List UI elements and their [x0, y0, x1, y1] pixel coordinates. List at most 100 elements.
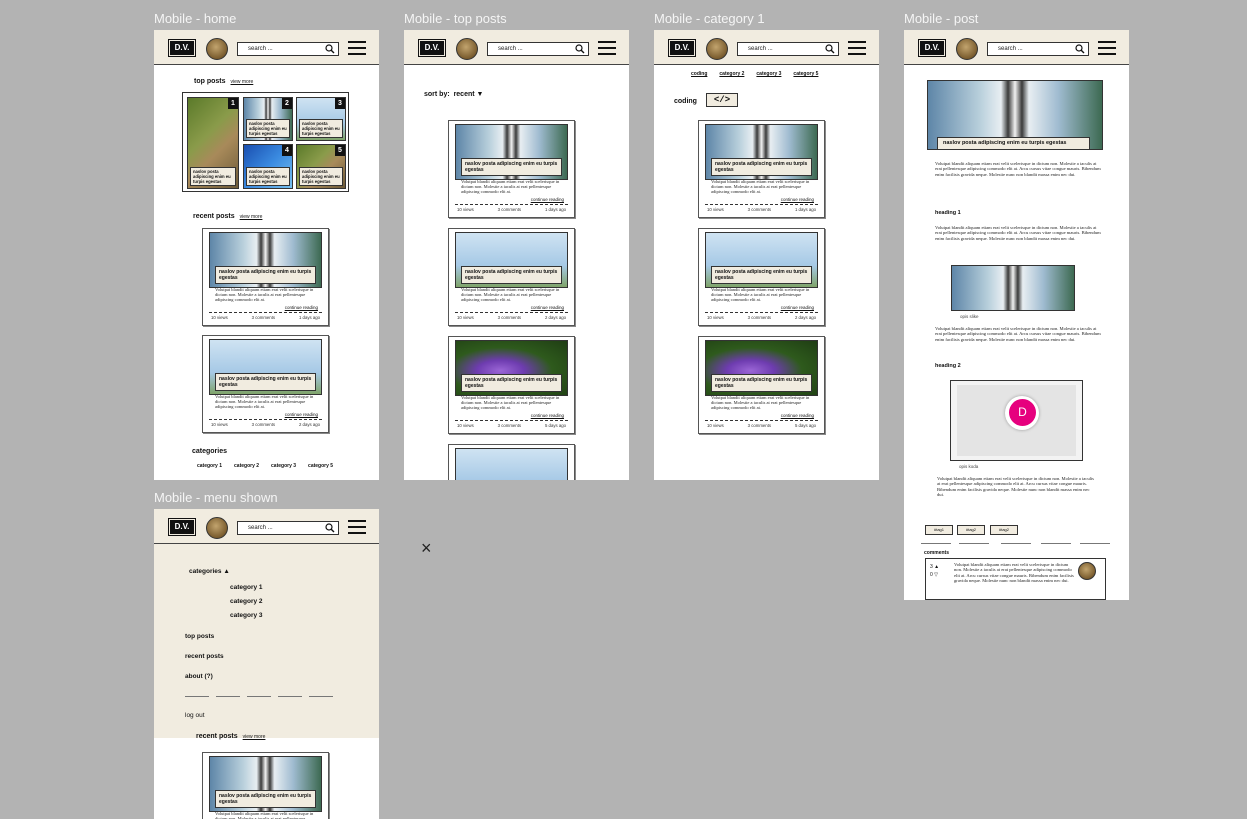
menu-logout[interactable]: log out: [185, 712, 205, 719]
top-posts-grid: 1 naslov posta adipiscing enim eu turpis …: [182, 92, 349, 192]
category-tabs: coding category 2 category 3 category 5: [691, 71, 830, 77]
menu-categories[interactable]: categories ▲: [189, 568, 230, 575]
top-post-5[interactable]: 5 naslov posta adipiscing enim eu turpis …: [296, 144, 346, 189]
category-list: category 1 category 2 category 3 category 5: [197, 463, 345, 469]
frame-top-posts: D.V. search ... sort by: recent ▼ naslov…: [404, 30, 629, 480]
top-post-2[interactable]: 2 naslov posta adipiscing enim eu turpis …: [243, 97, 293, 141]
top-post-1[interactable]: 1 naslov posta adipiscing enim eu turpis …: [187, 97, 239, 189]
view-more-link[interactable]: view more: [231, 79, 254, 85]
hamburger-menu-icon[interactable]: [1098, 41, 1116, 56]
post-card[interactable]: naslov posta adipiscing enim eu turpis e…: [448, 228, 575, 326]
post-card[interactable]: naslov posta adipiscing enim eu turpis e…: [698, 336, 825, 434]
image-caption: opis slike: [960, 314, 979, 319]
search-input[interactable]: search ...: [487, 42, 589, 56]
avatar[interactable]: [206, 517, 228, 539]
avatar[interactable]: [456, 38, 478, 60]
search-input[interactable]: search ...: [987, 42, 1089, 56]
frame-label-top-posts: Mobile - top posts: [404, 11, 507, 26]
continue-reading-link[interactable]: continue reading: [285, 305, 318, 310]
hamburger-menu-icon[interactable]: [348, 520, 366, 535]
commenter-avatar[interactable]: [1078, 562, 1096, 580]
tag-chip[interactable]: #tag1: [925, 525, 953, 535]
category-link[interactable]: category 1: [197, 463, 222, 469]
post-card[interactable]: [448, 444, 575, 480]
article-paragraph: Volutpat blandit aliquam etiam erat veli…: [935, 225, 1101, 241]
search-input[interactable]: search ...: [237, 521, 339, 535]
search-icon[interactable]: [825, 44, 835, 54]
continue-reading-link[interactable]: continue reading: [531, 413, 564, 418]
header: D.V. search ...: [404, 30, 629, 65]
tag-chip[interactable]: #tag2: [990, 525, 1018, 535]
article-paragraph: Volutpat blandit aliquam etiam erat veli…: [937, 476, 1094, 498]
post-card[interactable]: naslov posta adipiscing enim eu turpis e…: [202, 335, 329, 433]
post-card[interactable]: naslov posta adipiscing enim eu turpis e…: [698, 120, 825, 218]
search-input[interactable]: search ...: [237, 42, 339, 56]
comment-text: Volutpat blandit aliquam etiam erat veli…: [954, 562, 1074, 584]
menu-item-category-1[interactable]: category 1: [230, 584, 263, 591]
avatar[interactable]: [206, 38, 228, 60]
frame-category: D.V. search ... coding category 2 category…: [654, 30, 879, 480]
logo[interactable]: D.V.: [168, 39, 196, 57]
post-card[interactable]: naslov posta adipiscing enim eu turpis e…: [202, 752, 329, 819]
hamburger-menu-icon[interactable]: [348, 41, 366, 56]
top-post-4[interactable]: 4 naslov posta adipiscing enim eu turpis …: [243, 144, 293, 189]
caret-up-icon: ▲: [223, 568, 230, 575]
section-title-recent-posts: recent posts view more: [193, 213, 263, 220]
search-icon[interactable]: [325, 523, 335, 533]
menu-item-category-3[interactable]: category 3: [230, 612, 263, 619]
search-input[interactable]: search ...: [737, 42, 839, 56]
search-icon[interactable]: [575, 44, 585, 54]
post-card[interactable]: naslov posta adipiscing enim eu turpis e…: [202, 228, 329, 326]
post-card[interactable]: naslov posta adipiscing enim eu turpis e…: [448, 120, 575, 218]
article-title: naslov posta adipiscing enim eu turpis e…: [937, 137, 1090, 150]
continue-reading-link[interactable]: continue reading: [781, 197, 814, 202]
code-caption: opis koda: [959, 464, 979, 469]
header: D.V. search ...: [904, 30, 1129, 65]
post-card[interactable]: naslov posta adipiscing enim eu turpis e…: [698, 228, 825, 326]
continue-reading-link[interactable]: continue reading: [531, 305, 564, 310]
logo[interactable]: D.V.: [418, 39, 446, 57]
top-post-3[interactable]: 3 naslov posta adipiscing enim eu turpis …: [296, 97, 346, 141]
menu-top-posts[interactable]: top posts: [185, 633, 214, 640]
logo[interactable]: D.V.: [168, 518, 196, 536]
article-paragraph: Volutpat blandit aliquam etiam erat veli…: [935, 161, 1101, 177]
continue-reading-link[interactable]: continue reading: [781, 305, 814, 310]
frame-home: D.V. search ... top posts view more 1 nasl…: [154, 30, 379, 480]
avatar[interactable]: [956, 38, 978, 60]
frame-label-category: Mobile - category 1: [654, 11, 765, 26]
article-image: [951, 265, 1075, 311]
search-icon[interactable]: [325, 44, 335, 54]
search-icon[interactable]: [1075, 44, 1085, 54]
menu-item-category-2[interactable]: category 2: [230, 598, 263, 605]
post-card[interactable]: naslov posta adipiscing enim eu turpis e…: [448, 336, 575, 434]
logo[interactable]: D.V.: [668, 39, 696, 57]
view-more-link[interactable]: view more: [240, 214, 263, 220]
section-title-top-posts: top posts view more: [194, 78, 254, 85]
downvote-icon[interactable]: ▽: [934, 572, 938, 578]
tab-category[interactable]: coding: [691, 71, 707, 77]
tab-category[interactable]: category 2: [719, 71, 744, 77]
category-link[interactable]: category 5: [308, 463, 333, 469]
continue-reading-link[interactable]: continue reading: [285, 412, 318, 417]
category-link[interactable]: category 3: [271, 463, 296, 469]
menu-about[interactable]: about (?): [185, 673, 213, 680]
category-link[interactable]: category 2: [234, 463, 259, 469]
article-paragraph: Volutpat blandit aliquam etiam erat veli…: [935, 326, 1101, 342]
upvote-icon[interactable]: ▲: [934, 564, 939, 570]
hamburger-menu-icon[interactable]: [848, 41, 866, 56]
tab-category[interactable]: category 5: [793, 71, 818, 77]
sort-control[interactable]: sort by: recent ▼: [424, 91, 483, 98]
comments-label: comments: [924, 550, 950, 556]
tag-chip[interactable]: #tag2: [957, 525, 985, 535]
tab-category[interactable]: category 3: [756, 71, 781, 77]
view-more-link[interactable]: view more: [243, 734, 266, 740]
frame-post: D.V. search ... naslov posta adipiscing …: [904, 30, 1129, 600]
hamburger-menu-icon[interactable]: [598, 41, 616, 56]
logo[interactable]: D.V.: [918, 39, 946, 57]
continue-reading-link[interactable]: continue reading: [781, 413, 814, 418]
menu-recent-posts[interactable]: recent posts: [185, 653, 224, 660]
close-icon[interactable]: ×: [421, 539, 432, 557]
caret-down-icon: ▼: [476, 91, 484, 98]
avatar[interactable]: [706, 38, 728, 60]
continue-reading-link[interactable]: continue reading: [531, 197, 564, 202]
